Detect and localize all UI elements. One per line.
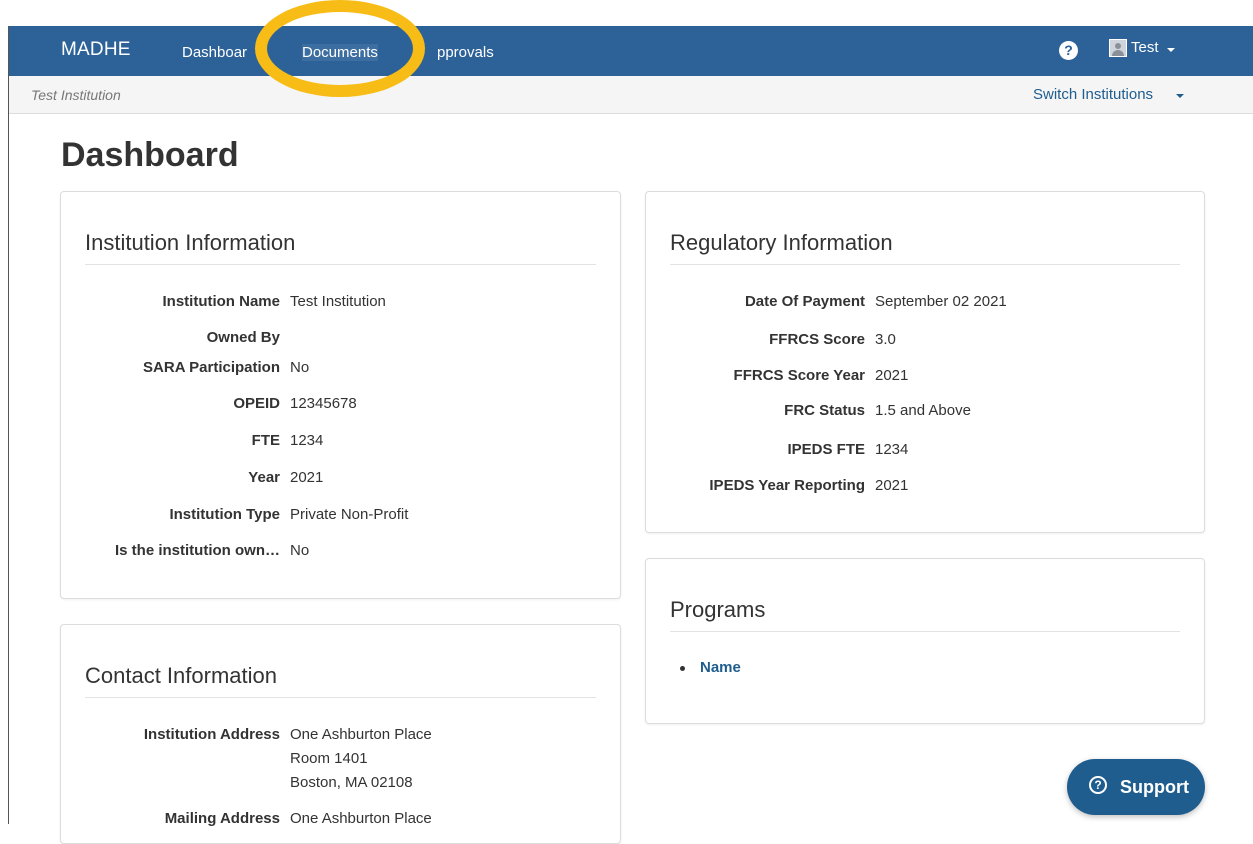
info-row: Mailing Address One Ashburton Place (61, 810, 620, 832)
field-label: OPEID (233, 395, 280, 412)
program-link[interactable]: Name (680, 659, 741, 676)
field-label: IPEDS Year Reporting (709, 477, 865, 494)
programs-card: Programs Name (645, 558, 1205, 724)
user-menu-label[interactable]: Test (1131, 39, 1159, 56)
page-title: Dashboard (61, 136, 239, 174)
card-divider (85, 697, 596, 698)
info-row: Is the institution own… No (61, 542, 620, 564)
field-label: Institution Type (169, 506, 280, 523)
field-value: 1.5 and Above (875, 402, 971, 419)
field-value: September 02 2021 (875, 293, 1007, 310)
user-menu-caret-icon[interactable] (1167, 48, 1175, 52)
field-value: Test Institution (290, 293, 386, 310)
field-label: FRC Status (784, 402, 865, 419)
institution-information-card: Institution Information Institution Name… (60, 191, 621, 599)
field-label: Owned By (206, 329, 280, 346)
card-title: Contact Information (85, 663, 277, 688)
field-label: FFRCS Score Year (733, 367, 865, 384)
card-title: Institution Information (85, 230, 296, 255)
card-divider (670, 264, 1180, 265)
info-row: Institution Address One Ashburton Place … (61, 726, 620, 791)
field-value: 12345678 (290, 395, 357, 412)
field-value: One Ashburton Place (290, 810, 432, 827)
address-line: Room 1401 (290, 750, 368, 767)
field-value: No (290, 542, 310, 559)
info-row: IPEDS Year Reporting 2021 (646, 477, 1204, 499)
support-button-label: Support (1120, 777, 1189, 797)
window-frame-edge (8, 26, 9, 824)
info-row: FFRCS Score 3.0 (646, 331, 1204, 353)
field-value: Private Non-Profit (290, 506, 409, 523)
switch-institutions-dropdown[interactable]: Switch Institutions (1033, 86, 1153, 103)
info-row: IPEDS FTE 1234 (646, 441, 1204, 463)
field-value: 3.0 (875, 331, 896, 348)
info-row: SARA Participation No (61, 359, 620, 381)
field-value: 2021 (290, 469, 324, 486)
card-divider (85, 264, 596, 265)
info-row: FRC Status 1.5 and Above (646, 402, 1204, 424)
field-value: 2021 (875, 477, 909, 494)
field-label: FFRCS Score (769, 331, 865, 348)
info-row: Institution Name Test Institution (61, 293, 620, 315)
address-line: Boston, MA 02108 (290, 774, 413, 791)
field-label: Year (248, 469, 280, 486)
field-value: No (290, 359, 310, 376)
field-label: Institution Address (143, 726, 280, 743)
top-navbar: MADHE Dashboar Documents pprovals ? Test (9, 26, 1253, 76)
institution-subbar: Test Institution Switch Institutions (9, 76, 1253, 114)
info-row: FFRCS Score Year 2021 (646, 367, 1204, 389)
info-row: Year 2021 (61, 469, 620, 491)
nav-documents-link[interactable]: Documents (302, 44, 378, 61)
info-row: Owned By (61, 329, 620, 351)
field-label: Mailing Address (164, 810, 280, 827)
field-label: Institution Name (162, 293, 280, 310)
support-button[interactable]: ? Support (1067, 759, 1205, 815)
address-line: One Ashburton Place (290, 726, 432, 743)
field-label: IPEDS FTE (787, 441, 865, 458)
brand-logo[interactable]: MADHE (61, 39, 131, 61)
card-title: Programs (670, 597, 766, 622)
field-value: 1234 (875, 441, 909, 458)
regulatory-information-card: Regulatory Information Date Of Payment S… (645, 191, 1205, 533)
field-label: SARA Participation (143, 359, 280, 376)
current-institution-label: Test Institution (31, 87, 121, 103)
help-circle-icon: ? (1089, 776, 1107, 794)
info-row: OPEID 12345678 (61, 395, 620, 417)
field-label[interactable]: Is the institution own… (115, 542, 280, 559)
info-row: FTE 1234 (61, 432, 620, 454)
institution-address-value: One Ashburton Place Room 1401 Boston, MA… (290, 723, 432, 795)
contact-information-card: Contact Information Institution Address … (60, 624, 621, 844)
user-avatar-icon[interactable] (1109, 39, 1127, 57)
switch-institutions-caret-icon[interactable] (1176, 94, 1184, 98)
nav-approvals-link[interactable]: pprovals (437, 44, 494, 61)
card-divider (670, 631, 1180, 632)
info-row: Institution Type Private Non-Profit (61, 506, 620, 528)
program-list: Name (680, 659, 741, 676)
field-label: Date Of Payment (744, 293, 865, 310)
field-value: 1234 (290, 432, 324, 449)
field-value: 2021 (875, 367, 909, 384)
field-label: FTE (251, 432, 280, 449)
nav-dashboard-link[interactable]: Dashboar (182, 44, 247, 61)
info-row: Date Of Payment September 02 2021 (646, 293, 1204, 315)
help-icon[interactable]: ? (1059, 41, 1078, 60)
card-title: Regulatory Information (670, 230, 893, 255)
